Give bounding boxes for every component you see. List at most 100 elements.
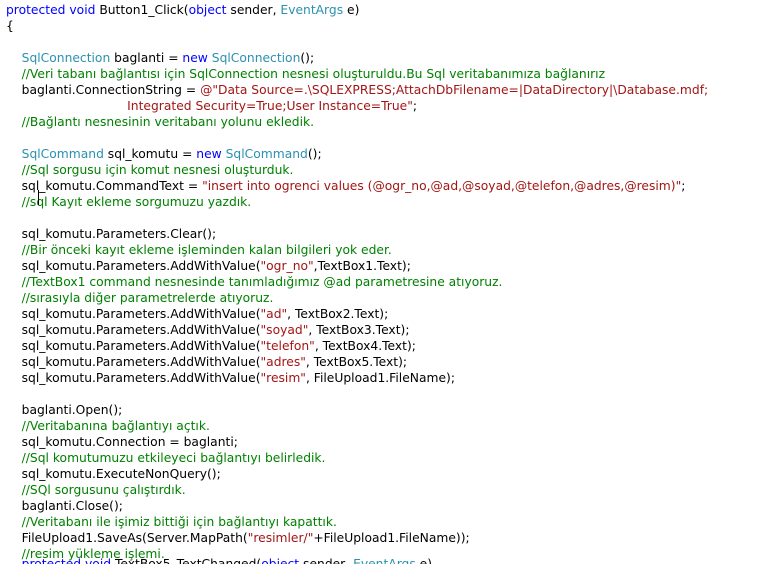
code-token-type: SqlCommand — [21, 147, 104, 161]
code-token-plain: sql_komutu.Parameters.Clear(); — [6, 227, 217, 241]
code-token-plain: baglanti.Open(); — [6, 403, 123, 417]
code-line: sql_komutu.CommandText = "insert into og… — [6, 178, 686, 194]
code-token-plain: FileUpload1.SaveAs(Server.MapPath( — [6, 531, 248, 545]
code-token-plain: sender, — [299, 557, 354, 564]
code-line: //Veritabanına bağlantıyı açtık. — [6, 418, 210, 434]
code-line: //Veri tabanı bağlantısı için SqlConnect… — [6, 66, 605, 82]
code-line: sql_komutu.Parameters.AddWithValue("adre… — [6, 354, 407, 370]
code-token-comment: //Veritabanı ile işimiz bittiği için bağ… — [21, 515, 337, 529]
code-line: SqlCommand sql_komutu = new SqlCommand()… — [6, 146, 322, 162]
code-token-string: "resimler/" — [247, 531, 314, 545]
code-token-plain: ; — [412, 99, 418, 113]
code-token-string: "ogr_no" — [260, 259, 314, 273]
code-token-comment: //Veri tabanı bağlantısı için SqlConnect… — [21, 67, 606, 81]
code-line: sql_komutu.Parameters.AddWithValue("ad",… — [6, 306, 389, 322]
code-line: protected void Button1_Click(object send… — [6, 2, 359, 18]
code-token-plain: sql_komutu.Parameters.AddWithValue( — [6, 323, 261, 337]
code-token-string: @"Data Source=.\SQLEXPRESS;AttachDbFilen… — [200, 83, 709, 97]
code-token-string: "insert into ogrenci values (@ogr_no,@ad… — [202, 179, 682, 193]
code-line: sql_komutu.Parameters.Clear(); — [6, 226, 216, 242]
code-token-comment: //Sql komutumuzu etkileyeci bağlantıyı b… — [21, 451, 326, 465]
code-line: //Veritabanı ile işimiz bittiği için bağ… — [6, 514, 337, 530]
code-line: sql_komutu.Parameters.AddWithValue("tele… — [6, 338, 416, 354]
code-line: baglanti.Close(); — [6, 498, 123, 514]
code-token-plain: ,TextBox1.Text); — [313, 259, 411, 273]
code-line: sql_komutu.Parameters.AddWithValue("ogr_… — [6, 258, 411, 274]
code-line: //Sql komutumuzu etkileyeci bağlantıyı b… — [6, 450, 326, 466]
code-token-string: "resim" — [260, 371, 306, 385]
code-token-keyword: object — [261, 557, 300, 564]
code-token-string: "soyad" — [260, 323, 309, 337]
code-line: //sql Kayıt ekleme sorgumuzu yazdık. — [6, 194, 252, 210]
code-token-plain: sql_komutu.CommandText = — [6, 179, 203, 193]
code-token-plain: (); — [307, 147, 322, 161]
code-editor[interactable]: protected void Button1_Click(object send… — [0, 0, 758, 564]
code-line: { — [6, 18, 14, 34]
code-token-plain: , FileUpload1.FileName); — [305, 371, 455, 385]
code-line: //Bir önceki kayıt ekleme işleminden kal… — [6, 242, 392, 258]
code-token-comment: //TextBox1 command nesnesinde tanımladığ… — [21, 275, 503, 289]
code-token-plain: sql_komutu = — [103, 147, 197, 161]
code-token-plain: baglanti.ConnectionString = — [6, 83, 201, 97]
code-line: //Bağlantı nesnesinin veritabanı yolunu … — [6, 114, 314, 130]
code-token-keyword: void — [85, 557, 112, 564]
code-line: //sırasıyla diğer parametrelerde atıyoru… — [6, 290, 274, 306]
code-token-plain: sql_komutu.Parameters.AddWithValue( — [6, 339, 261, 353]
code-line: //TextBox1 command nesnesinde tanımladığ… — [6, 274, 503, 290]
code-token-keyword: object — [188, 3, 227, 17]
code-line: baglanti.Open(); — [6, 402, 123, 418]
code-line: SqlConnection baglanti = new SqlConnecti… — [6, 50, 314, 66]
code-token-keyword: protected — [21, 557, 82, 564]
code-token-plain: , TextBox2.Text); — [287, 307, 389, 321]
code-token-keyword: void — [69, 3, 96, 17]
code-token-plain: sql_komutu.Parameters.AddWithValue( — [6, 371, 261, 385]
code-line: //SQl sorgusunu çalıştırdık. — [6, 482, 186, 498]
code-token-type: SqlCommand — [225, 147, 308, 161]
code-token-plain: (); — [300, 51, 315, 65]
code-line: //Sql sorgusu için komut nesnesi oluştur… — [6, 162, 294, 178]
code-token-plain: baglanti = — [110, 51, 183, 65]
code-token-plain: , TextBox3.Text); — [308, 323, 410, 337]
text-caret — [38, 190, 39, 205]
code-token-string: "adres" — [260, 355, 306, 369]
code-token-plain: sql_komutu.Parameters.AddWithValue( — [6, 307, 261, 321]
code-line-partial: protected void TextBox5_TextChanged(obje… — [6, 556, 432, 564]
code-token-comment: //Veritabanına bağlantıyı açtık. — [21, 419, 210, 433]
code-line: FileUpload1.SaveAs(Server.MapPath("resim… — [6, 530, 470, 546]
code-token-plain: , TextBox5.Text); — [305, 355, 408, 369]
code-token-comment: //Bağlantı nesnesinin veritabanı yolunu … — [21, 115, 315, 129]
code-token-string: "telefon" — [260, 339, 315, 353]
code-token-comment: //Sql sorgusu için komut nesnesi oluştur… — [21, 163, 294, 177]
code-token-plain: sender, — [226, 3, 281, 17]
code-token-plain: sql_komutu.Parameters.AddWithValue( — [6, 355, 261, 369]
code-token-plain: TextBox5_TextChanged( — [111, 557, 262, 564]
code-token-type: SqlConnection — [21, 51, 111, 65]
code-token-comment: //SQl sorgusunu çalıştırdık. — [21, 483, 186, 497]
code-token-type: EventArgs — [280, 3, 344, 17]
code-token-keyword: protected — [6, 3, 66, 17]
code-token-plain: Button1_Click( — [95, 3, 189, 17]
code-token-type: EventArgs — [353, 557, 416, 564]
code-token-plain: ; — [681, 179, 686, 193]
code-token-plain: baglanti.Close(); — [6, 499, 123, 513]
code-token-comment: //sırasıyla diğer parametrelerde atıyoru… — [21, 291, 274, 305]
code-token-comment: //Bir önceki kayıt ekleme işleminden kal… — [21, 243, 392, 257]
code-line: sql_komutu.ExecuteNonQuery(); — [6, 466, 221, 482]
code-token-type: SqlConnection — [211, 51, 301, 65]
code-token-keyword: new — [196, 147, 222, 161]
code-token-plain: , TextBox4.Text); — [314, 339, 416, 353]
code-token-string: "ad" — [260, 307, 288, 321]
code-token-plain: sql_komutu.Connection = baglanti; — [6, 435, 238, 449]
